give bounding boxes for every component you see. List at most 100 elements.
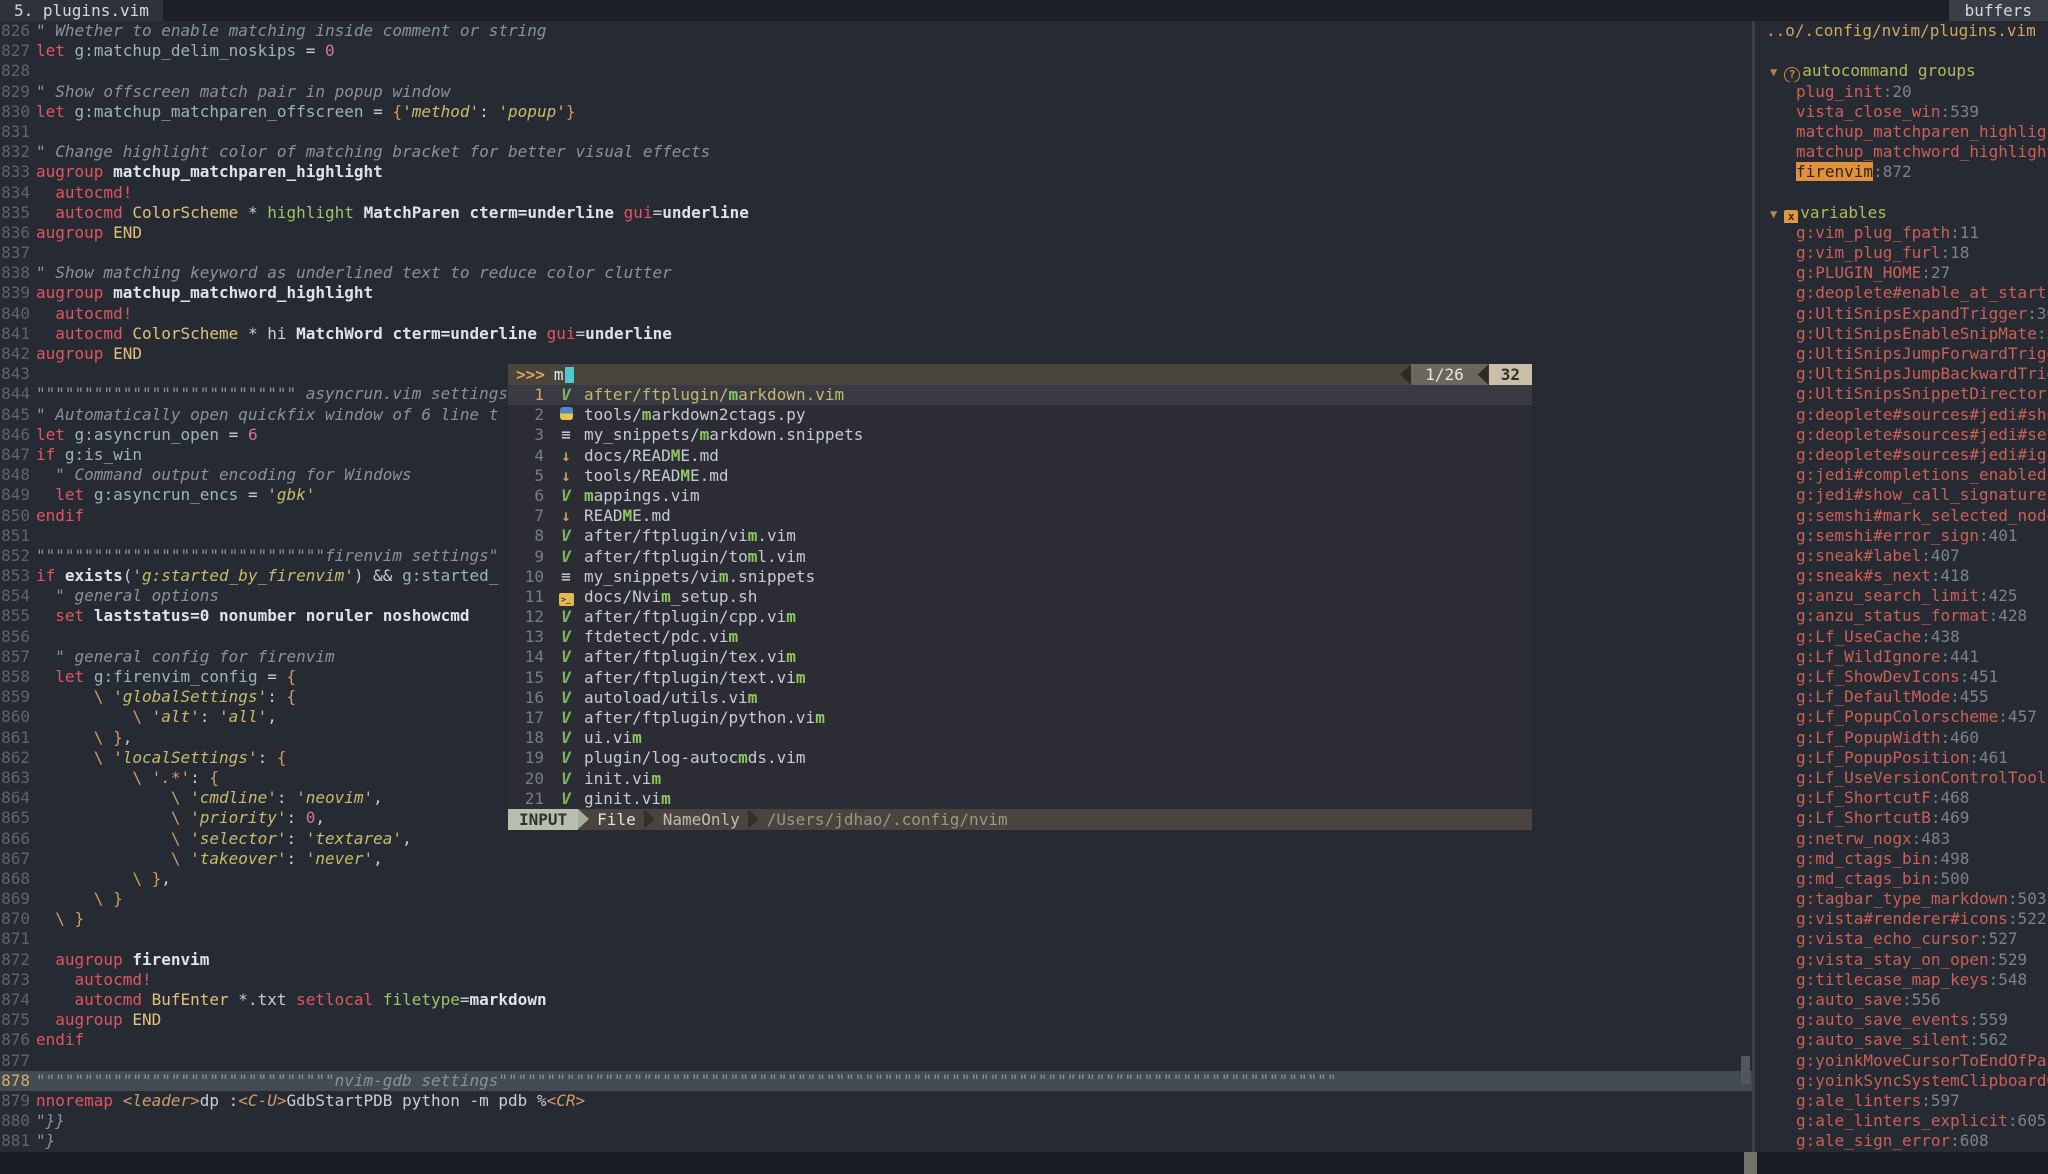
sidebar-tag-item[interactable]: g:UltiSnipsJumpBackwardTrigg [1756, 364, 2048, 384]
code-line[interactable]: 838" Show matching keyword as underlined… [0, 263, 1752, 283]
sidebar-tag-item[interactable]: g:sneak#s_next:418 [1756, 566, 2048, 586]
code-line[interactable]: 872 augroup firenvim [0, 950, 1752, 970]
code-line[interactable]: 837 [0, 243, 1752, 263]
code-line[interactable]: 836augroup END [0, 223, 1752, 243]
sidebar-tag-item[interactable]: g:md_ctags_bin:500 [1756, 869, 2048, 889]
file-result-row[interactable]: 4↓docs/README.md [508, 446, 1532, 466]
sidebar-tag-item[interactable]: g:auto_save_silent:562 [1756, 1030, 2048, 1050]
file-result-row[interactable]: 14Vafter/ftplugin/tex.vim [508, 647, 1532, 667]
sidebar-tag-item[interactable]: g:PLUGIN_HOME:27 [1756, 263, 2048, 283]
file-result-row[interactable]: 20Vinit.vim [508, 769, 1532, 789]
sidebar-tag-item[interactable]: g:md_ctags_bin:498 [1756, 849, 2048, 869]
code-line[interactable]: 880"}} [0, 1111, 1752, 1131]
file-result-row[interactable]: 9Vafter/ftplugin/toml.vim [508, 547, 1532, 567]
sidebar-tag-item[interactable]: vista_close_win:539 [1756, 102, 2048, 122]
sidebar-tag-item[interactable]: g:ale_linters_explicit:605 [1756, 1111, 2048, 1131]
code-line[interactable]: 827let g:matchup_delim_noskips = 0 [0, 41, 1752, 61]
code-line[interactable]: 868 \ }, [0, 869, 1752, 889]
sidebar-tag-item[interactable]: g:anzu_status_format:428 [1756, 606, 2048, 626]
code-line[interactable]: 835 autocmd ColorScheme * highlight Matc… [0, 203, 1752, 223]
file-result-row[interactable]: 10≡my_snippets/vim.snippets [508, 567, 1532, 587]
code-line[interactable]: 881"} [0, 1131, 1752, 1151]
file-result-row[interactable]: 15Vafter/ftplugin/text.vim [508, 668, 1532, 688]
code-line[interactable]: 870 \ } [0, 909, 1752, 929]
code-line[interactable]: 832" Change highlight color of matching … [0, 142, 1752, 162]
sidebar-tag-item[interactable]: plug_init:20 [1756, 82, 2048, 102]
file-result-row[interactable]: 21Vginit.vim [508, 789, 1532, 809]
sidebar-tag-item[interactable]: g:vista#renderer#icons:522 [1756, 909, 2048, 929]
file-result-row[interactable]: 12Vafter/ftplugin/cpp.vim [508, 607, 1532, 627]
code-line[interactable]: 866 \ 'selector': 'textarea', [0, 829, 1752, 849]
collapse-triangle-icon[interactable]: ▼ [1770, 65, 1777, 79]
file-result-row[interactable]: 3≡my_snippets/markdown.snippets [508, 425, 1532, 445]
sidebar-tag-item[interactable]: g:Lf_PopupColorscheme:457 [1756, 707, 2048, 727]
sidebar-tag-item[interactable]: g:Lf_WildIgnore:441 [1756, 647, 2048, 667]
code-line[interactable]: 839augroup matchup_matchword_highlight [0, 283, 1752, 303]
code-line[interactable]: 828 [0, 61, 1752, 81]
sidebar-tag-item[interactable]: g:UltiSnipsEnableSnipMate:36 [1756, 324, 2048, 344]
sidebar-tag-item[interactable]: g:Lf_UseVersionControlTool:4 [1756, 768, 2048, 788]
sidebar-tag-item[interactable]: g:titlecase_map_keys:548 [1756, 970, 2048, 990]
sidebar-tag-item[interactable]: g:vista_echo_cursor:527 [1756, 929, 2048, 949]
sidebar-tag-item[interactable]: g:deoplete#sources#jedi#show [1756, 405, 2048, 425]
sidebar-tag-item[interactable]: g:yoinkMoveCursorToEndOfPast [1756, 1051, 2048, 1071]
file-result-row[interactable]: 18Vui.vim [508, 728, 1532, 748]
file-result-row[interactable]: 16Vautoload/utils.vim [508, 688, 1532, 708]
code-line[interactable]: 826" Whether to enable matching inside c… [0, 21, 1752, 41]
sidebar-tag-item[interactable]: g:Lf_ShowDevIcons:451 [1756, 667, 2048, 687]
editor-scrollbar-thumb[interactable] [1741, 1056, 1750, 1084]
file-result-row[interactable]: 13Vftdetect/pdc.vim [508, 627, 1532, 647]
sidebar-tag-item[interactable]: g:semshi#error_sign:401 [1756, 526, 2048, 546]
sidebar-tag-item[interactable]: g:sneak#label:407 [1756, 546, 2048, 566]
code-line[interactable]: 841 autocmd ColorScheme * hi MatchWord c… [0, 324, 1752, 344]
code-line[interactable]: 834 autocmd! [0, 183, 1752, 203]
code-line[interactable]: 878"""""""""""""""""""""""""""""""nvim-g… [0, 1071, 1752, 1091]
sidebar-tag-item[interactable]: g:anzu_search_limit:425 [1756, 586, 2048, 606]
code-line[interactable]: 877 [0, 1051, 1752, 1071]
code-line[interactable]: 869 \ } [0, 889, 1752, 909]
sidebar-tag-item[interactable]: matchup_matchparen_highlight [1756, 122, 2048, 142]
sidebar-tag-item[interactable]: g:netrw_nogx:483 [1756, 829, 2048, 849]
file-result-row[interactable]: 8Vafter/ftplugin/vim.vim [508, 526, 1532, 546]
code-line[interactable]: 876endif [0, 1030, 1752, 1050]
sidebar-tag-item[interactable]: g:UltiSnipsJumpForwardTrigge [1756, 344, 2048, 364]
sidebar-tag-item[interactable]: g:Lf_PopupPosition:461 [1756, 748, 2048, 768]
sidebar-tag-item[interactable]: g:jedi#show_call_signatures: [1756, 485, 2048, 505]
sidebar-tag-item[interactable]: g:UltiSnipsSnippetDirectorie [1756, 384, 2048, 404]
sidebar-tag-item[interactable]: g:ale_sign_error:608 [1756, 1131, 2048, 1151]
file-result-row[interactable]: 19Vplugin/log-autocmds.vim [508, 748, 1532, 768]
code-line[interactable]: 879nnoremap <leader>dp :<C-U>GdbStartPDB… [0, 1091, 1752, 1111]
sidebar-tag-item[interactable]: g:Lf_DefaultMode:455 [1756, 687, 2048, 707]
sidebar-tag-item[interactable]: g:Lf_PopupWidth:460 [1756, 728, 2048, 748]
file-result-row[interactable]: 17Vafter/ftplugin/python.vim [508, 708, 1532, 728]
file-result-row[interactable]: 7↓README.md [508, 506, 1532, 526]
sidebar-tag-item[interactable]: g:Lf_ShortcutB:469 [1756, 808, 2048, 828]
file-result-row[interactable]: 6Vmappings.vim [508, 486, 1532, 506]
code-line[interactable]: 874 autocmd BufEnter *.txt setlocal file… [0, 990, 1752, 1010]
tab-plugins-vim[interactable]: 5. plugins.vim [0, 0, 163, 21]
sidebar-tag-item[interactable]: g:vim_plug_fpath:11 [1756, 223, 2048, 243]
sidebar-tag-item[interactable]: g:semshi#mark_selected_nodes [1756, 506, 2048, 526]
code-line[interactable]: 840 autocmd! [0, 304, 1752, 324]
sidebar-tag-item[interactable]: g:Lf_ShortcutF:468 [1756, 788, 2048, 808]
code-line[interactable]: 867 \ 'takeover': 'never', [0, 849, 1752, 869]
file-result-row[interactable]: 11>_docs/Nvim_setup.sh [508, 587, 1532, 607]
sidebar-tag-item[interactable]: g:UltiSnipsExpandTrigger:364 [1756, 304, 2048, 324]
sidebar-tag-item[interactable]: g:Lf_UseCache:438 [1756, 627, 2048, 647]
sidebar-tag-item[interactable]: g:deoplete#enable_at_startup [1756, 283, 2048, 303]
buffers-label[interactable]: buffers [1949, 0, 2048, 21]
sidebar-tag-item[interactable]: g:ale_linters:597 [1756, 1091, 2048, 1111]
window-separator[interactable] [1752, 21, 1755, 1152]
sidebar-tag-item[interactable]: g:deoplete#sources#jedi#igno [1756, 445, 2048, 465]
code-line[interactable]: 875 augroup END [0, 1010, 1752, 1030]
collapse-triangle-icon[interactable]: ▼ [1770, 207, 1777, 221]
sidebar-tag-item[interactable]: g:deoplete#sources#jedi#serv [1756, 425, 2048, 445]
sidebar-tag-item[interactable]: g:jedi#completions_enabled:3 [1756, 465, 2048, 485]
sidebar-tag-item[interactable]: g:auto_save:556 [1756, 990, 2048, 1010]
code-line[interactable]: 873 autocmd! [0, 970, 1752, 990]
sidebar-tag-item[interactable]: matchup_matchword_highlight: [1756, 142, 2048, 162]
sidebar-tag-item[interactable]: g:yoinkSyncSystemClipboardOn [1756, 1071, 2048, 1091]
file-result-row[interactable]: 1Vafter/ftplugin/markdown.vim [508, 385, 1532, 405]
sidebar-tag-item[interactable]: firenvim:872 [1756, 162, 2048, 182]
code-line[interactable]: 829" Show offscreen match pair in popup … [0, 82, 1752, 102]
